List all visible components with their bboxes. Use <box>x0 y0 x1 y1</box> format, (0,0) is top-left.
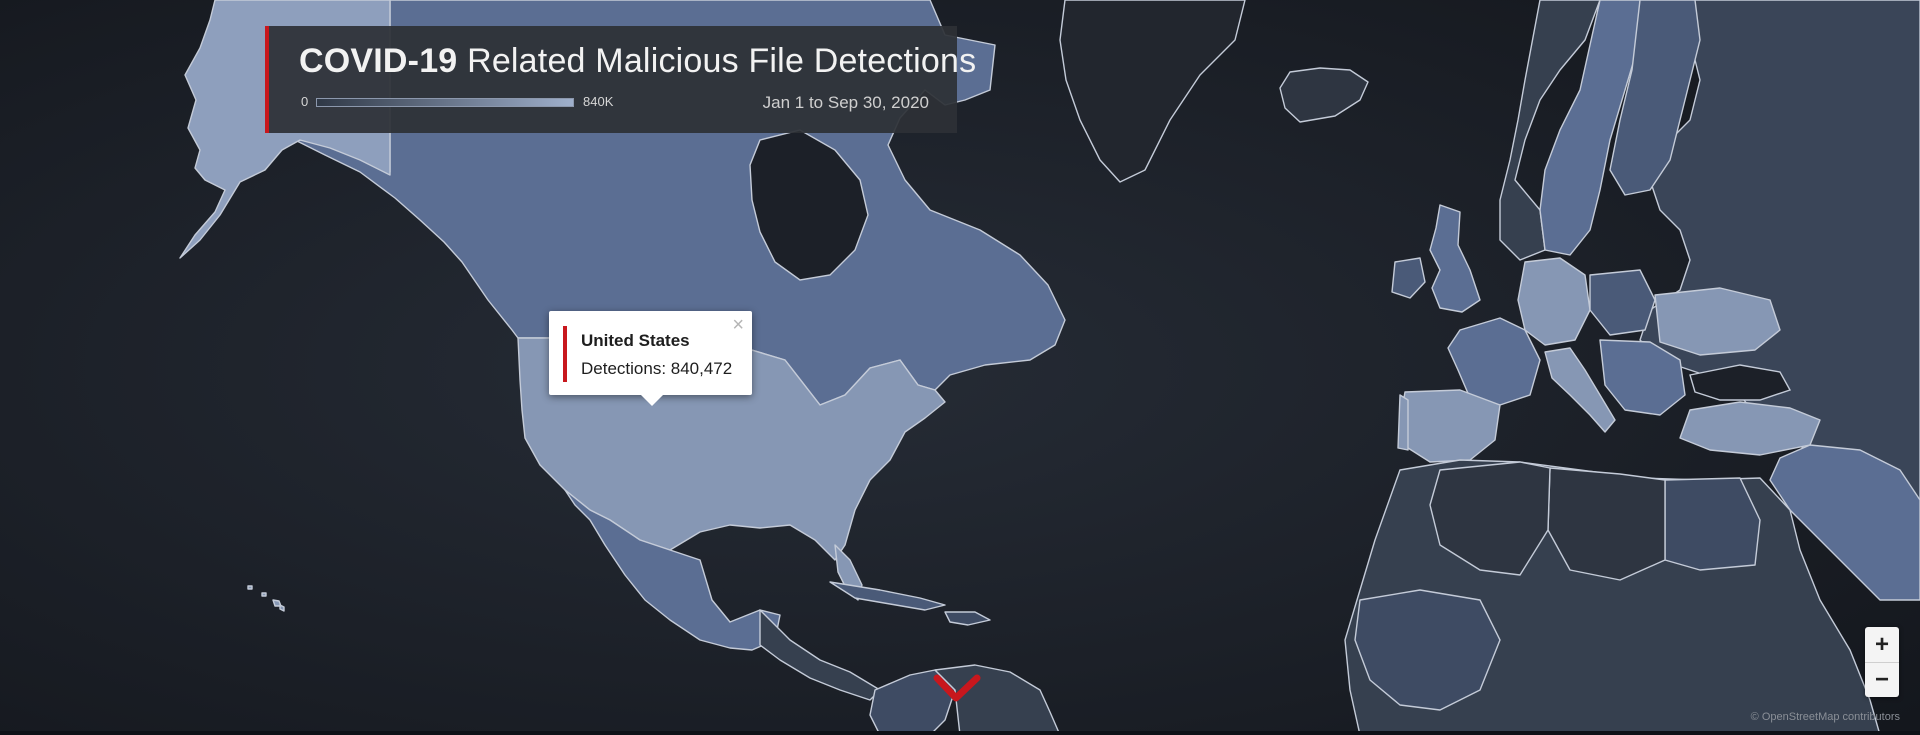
date-range: Jan 1 to Sep 30, 2020 <box>762 93 929 112</box>
region-libya[interactable] <box>1547 467 1666 581</box>
zoom-control: + − <box>1865 627 1899 697</box>
region-portugal[interactable] <box>1397 394 1409 451</box>
country-popup: × United States Detections: 840,472 <box>549 311 752 406</box>
popup-detections: Detections: 840,472 <box>581 359 733 378</box>
legend-min-label: 0 <box>301 94 309 109</box>
popup-accent-bar <box>563 326 567 382</box>
close-icon[interactable]: × <box>732 314 744 337</box>
title-panel: COVID-19 Related Malicious File Detectio… <box>265 26 976 133</box>
zoom-in-button[interactable]: + <box>1865 627 1899 662</box>
popup-country-name: United States <box>581 331 690 350</box>
page-title: COVID-19 Related Malicious File Detectio… <box>299 42 976 81</box>
bottom-border <box>0 731 1920 735</box>
title-rest: Related Malicious File Detections <box>457 42 977 80</box>
title-strong: COVID-19 <box>299 42 458 80</box>
map-attribution[interactable]: © OpenStreetMap contributors <box>1751 711 1900 723</box>
zoom-out-button[interactable]: − <box>1865 662 1899 697</box>
legend-color-scale <box>316 98 574 107</box>
region-germany[interactable] <box>1517 257 1591 346</box>
region-egypt[interactable] <box>1664 477 1761 571</box>
region-ukraine[interactable] <box>1654 287 1781 356</box>
legend-max-label: 840K <box>583 94 614 109</box>
